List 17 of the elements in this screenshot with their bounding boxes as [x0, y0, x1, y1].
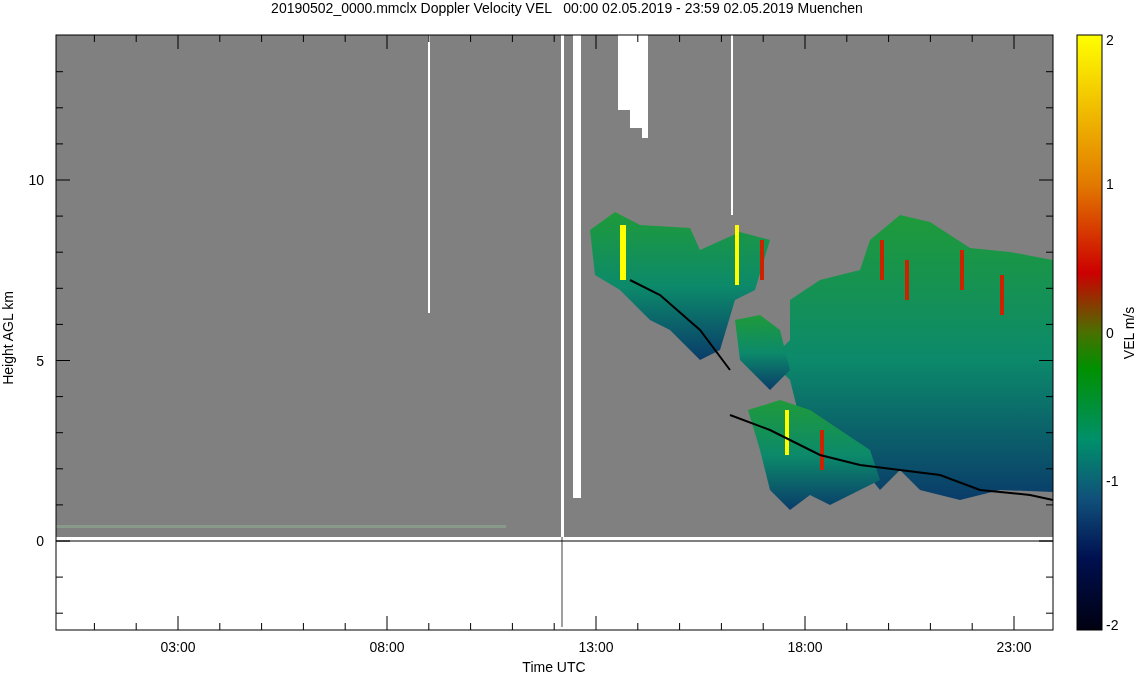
x-axis-title: Time UTC — [522, 659, 586, 675]
y-axis-title: Height AGL km — [0, 291, 16, 385]
chart-title: 20190502_0000.mmclx Doppler Velocity VEL 00:00 02.05.2019 - 23:59 02.05.2019 Muenchen — [271, 0, 863, 16]
colorbar-tick-label: -2 — [1106, 617, 1119, 633]
colorbar-tick-label: 0 — [1106, 324, 1114, 341]
x-tick-label: 13:00 — [578, 639, 614, 655]
colorbar-tick-label: 2 — [1106, 32, 1114, 48]
x-tick-label: 23:00 — [996, 639, 1032, 655]
x-tick-label: 18:00 — [787, 639, 823, 655]
y-tick-label: 5 — [36, 352, 44, 369]
y-tick-label: 10 — [28, 172, 44, 188]
x-tick-label: 03:00 — [160, 639, 196, 655]
x-tick-label: 08:00 — [369, 639, 405, 655]
colorbar-tick-label: -1 — [1106, 473, 1119, 490]
colorbar-tick-label: 1 — [1106, 175, 1114, 192]
y-tick-label: 0 — [36, 533, 44, 549]
colorbar-title: VEL m/s — [1121, 306, 1135, 360]
